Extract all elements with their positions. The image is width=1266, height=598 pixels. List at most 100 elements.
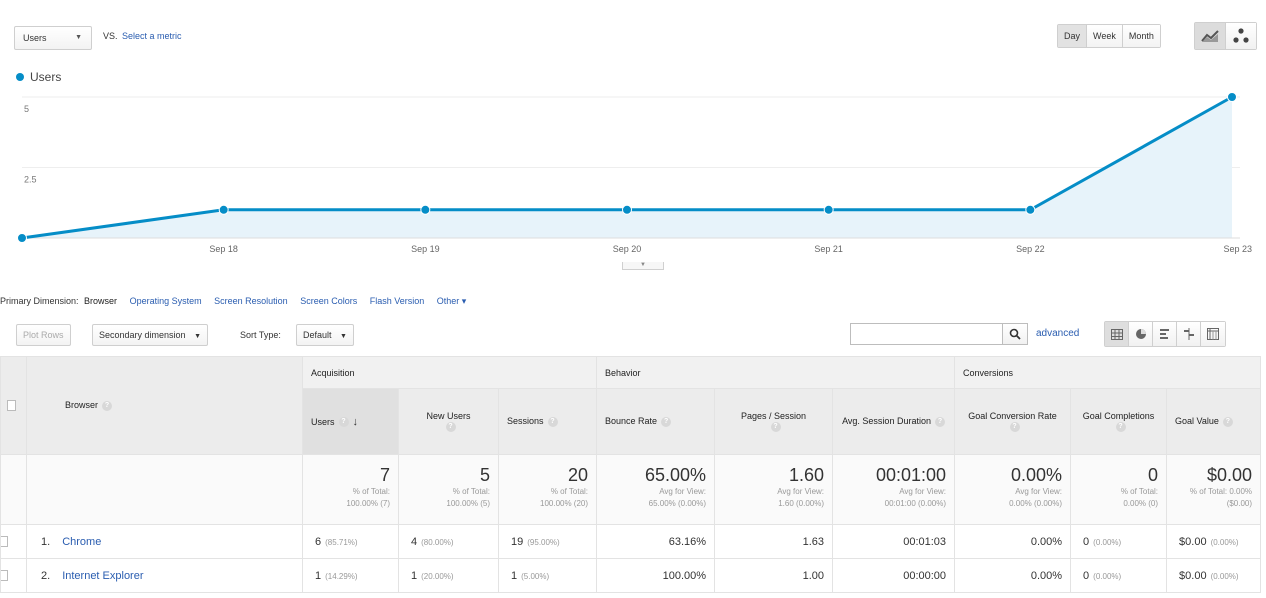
total-sessions-value: 20 (568, 465, 589, 485)
help-icon: ? (547, 416, 558, 427)
sort-type-label: Sort Type: (240, 330, 281, 340)
pages-session-header-label: Pages / Session (741, 411, 807, 422)
row-checkbox[interactable] (0, 536, 8, 547)
pivot-table-icon (1207, 328, 1219, 340)
plot-rows-button[interactable]: Plot Rows (16, 324, 71, 346)
goal-completions-column-header[interactable]: Goal Completions? (1070, 388, 1168, 455)
line-chart-button[interactable] (1195, 23, 1225, 49)
total-avg-duration: 00:01:00 Avg for View: 00:01:00 (0.00%) (832, 454, 956, 525)
total-goal-value-caption: % of Total: 0.00% (1189, 487, 1253, 496)
goal-value-column-header[interactable]: Goal Value? (1166, 388, 1262, 455)
data-point (420, 204, 431, 215)
help-icon: ? (1222, 416, 1233, 427)
x-tick-label: Sep 21 (814, 244, 843, 254)
sort-desc-icon: ↓ (352, 415, 359, 428)
total-users-caption: % of Total: (352, 487, 390, 496)
total-users-value: 7 (379, 465, 390, 485)
sessions-header-label: Sessions (507, 416, 544, 427)
row-checkbox[interactable] (0, 570, 8, 581)
bounce-rate-header-label: Bounce Rate (605, 416, 658, 427)
dimension-flash-version[interactable]: Flash Version (370, 296, 425, 306)
row-goal-completions-pct: (0.00%) (1093, 571, 1122, 581)
row-users-pct: (85.71%) (325, 537, 358, 547)
day-button[interactable]: Day (1058, 25, 1088, 47)
chevron-down-icon: ▼ (194, 333, 202, 340)
metric-select-label: Users (23, 33, 47, 43)
total-sessions-detail: 100.00% (20) (540, 499, 589, 508)
row-new-users-value: 1 (411, 569, 418, 582)
row-sessions-value: 19 (511, 535, 524, 548)
row-index: 1. (41, 535, 51, 548)
goal-conversion-column-header[interactable]: Goal Conversion Rate? (954, 388, 1072, 455)
select-all-checkbox[interactable] (7, 400, 16, 411)
week-button[interactable]: Week (1087, 25, 1123, 47)
period-selector: Day Week Month (1057, 24, 1161, 48)
row-new-users-pct: (20.00%) (421, 571, 454, 581)
new-users-column-header[interactable]: New Users? (398, 388, 499, 455)
row-avg-duration: 00:01:03 (832, 524, 956, 559)
row-goal-conversion: 0.00% (954, 524, 1072, 559)
users-column-header[interactable]: Users? ↓ (302, 388, 399, 455)
row-browser-link[interactable]: Internet Explorer (62, 570, 143, 582)
table-row: 2. Internet Explorer 1 (14.29%) 1 (20.00%) … (0, 558, 1262, 593)
row-goal-value-pct: (0.00%) (1210, 571, 1239, 581)
data-point (1227, 92, 1237, 102)
chart-resize-handle[interactable]: ▼ (622, 262, 664, 270)
total-goal-completions: 0 % of Total: 0.00% (0) (1070, 454, 1168, 525)
total-avg-duration-detail: 00:01:00 (0.00%) (884, 499, 947, 508)
pages-session-column-header[interactable]: Pages / Session? (714, 388, 834, 455)
motion-chart-button[interactable] (1225, 23, 1256, 49)
totals-row: 7 % of Total: 100.00% (7) 5 % of Total: 100.… (0, 454, 1262, 525)
month-button[interactable]: Month (1122, 25, 1160, 47)
row-browser-cell: 1. Chrome (26, 524, 303, 559)
dimension-screen-colors[interactable]: Screen Colors (300, 296, 357, 306)
row-browser-link[interactable]: Chrome (62, 536, 101, 548)
total-new-users-detail: 100.00% (5) (446, 499, 490, 508)
vs-label: VS. (103, 31, 118, 41)
total-sessions: 20 % of Total: 100.00% (20) (497, 454, 598, 525)
percentage-view-button[interactable] (1129, 322, 1153, 346)
conversions-group-header: Conversions (954, 356, 1262, 389)
search-button[interactable] (1002, 323, 1028, 345)
browser-column-header[interactable]: Browser? (26, 356, 303, 455)
performance-view-button[interactable] (1153, 322, 1177, 346)
primary-dimension-bar: Primary Dimension: Browser Operating Sys… (0, 296, 476, 307)
total-pages-session-value: 1.60 (788, 465, 825, 485)
chevron-down-icon: ▼ (340, 333, 347, 340)
acquisition-group-header: Acquisition (301, 356, 598, 389)
data-view-button[interactable] (1105, 322, 1129, 346)
row-goal-completions-pct: (0.00%) (1093, 537, 1122, 547)
data-point (622, 204, 632, 215)
bounce-rate-column-header[interactable]: Bounce Rate? (596, 388, 716, 455)
x-tick-label: Sep 22 (1016, 244, 1045, 254)
dimension-other-dropdown[interactable]: Other ▾ (437, 296, 467, 306)
total-goal-conversion-value: 0.00% (1010, 465, 1063, 485)
avg-duration-column-header[interactable]: Avg. Session Duration? (832, 388, 956, 455)
select-metric-link[interactable]: Select a metric (122, 31, 182, 41)
row-goal-completions: 0 (0.00%) (1070, 524, 1168, 559)
total-sessions-caption: % of Total: (550, 487, 589, 496)
metric-select[interactable]: Users ▼ (14, 26, 92, 50)
row-users-value: 6 (315, 535, 322, 548)
advanced-filter-link[interactable]: advanced (1036, 328, 1079, 339)
total-goal-value-detail: ($0.00) (1226, 499, 1253, 508)
row-users-value: 1 (315, 569, 322, 582)
help-icon: ? (770, 421, 781, 432)
total-bounce-rate-detail: 65.00% (0.00%) (648, 499, 707, 508)
sessions-column-header[interactable]: Sessions? (497, 388, 598, 455)
row-sessions-pct: (95.00%) (527, 537, 560, 547)
data-point (218, 204, 229, 215)
pivot-view-button[interactable] (1201, 322, 1225, 346)
x-tick-label: Sep 23 (1223, 244, 1252, 254)
secondary-dimension-dropdown[interactable]: Secondary dimension ▼ (92, 324, 209, 346)
sort-type-dropdown[interactable]: Default ▼ (296, 324, 354, 346)
help-icon: ? (1009, 421, 1020, 432)
browser-header-label: Browser (65, 400, 99, 411)
comparison-view-button[interactable] (1177, 322, 1201, 346)
data-point (823, 204, 834, 215)
pie-chart-icon (1135, 329, 1146, 339)
motion-chart-icon (1233, 28, 1249, 43)
dimension-operating-system[interactable]: Operating System (130, 296, 202, 306)
dimension-screen-resolution[interactable]: Screen Resolution (214, 296, 288, 306)
legend-dot (16, 73, 24, 81)
